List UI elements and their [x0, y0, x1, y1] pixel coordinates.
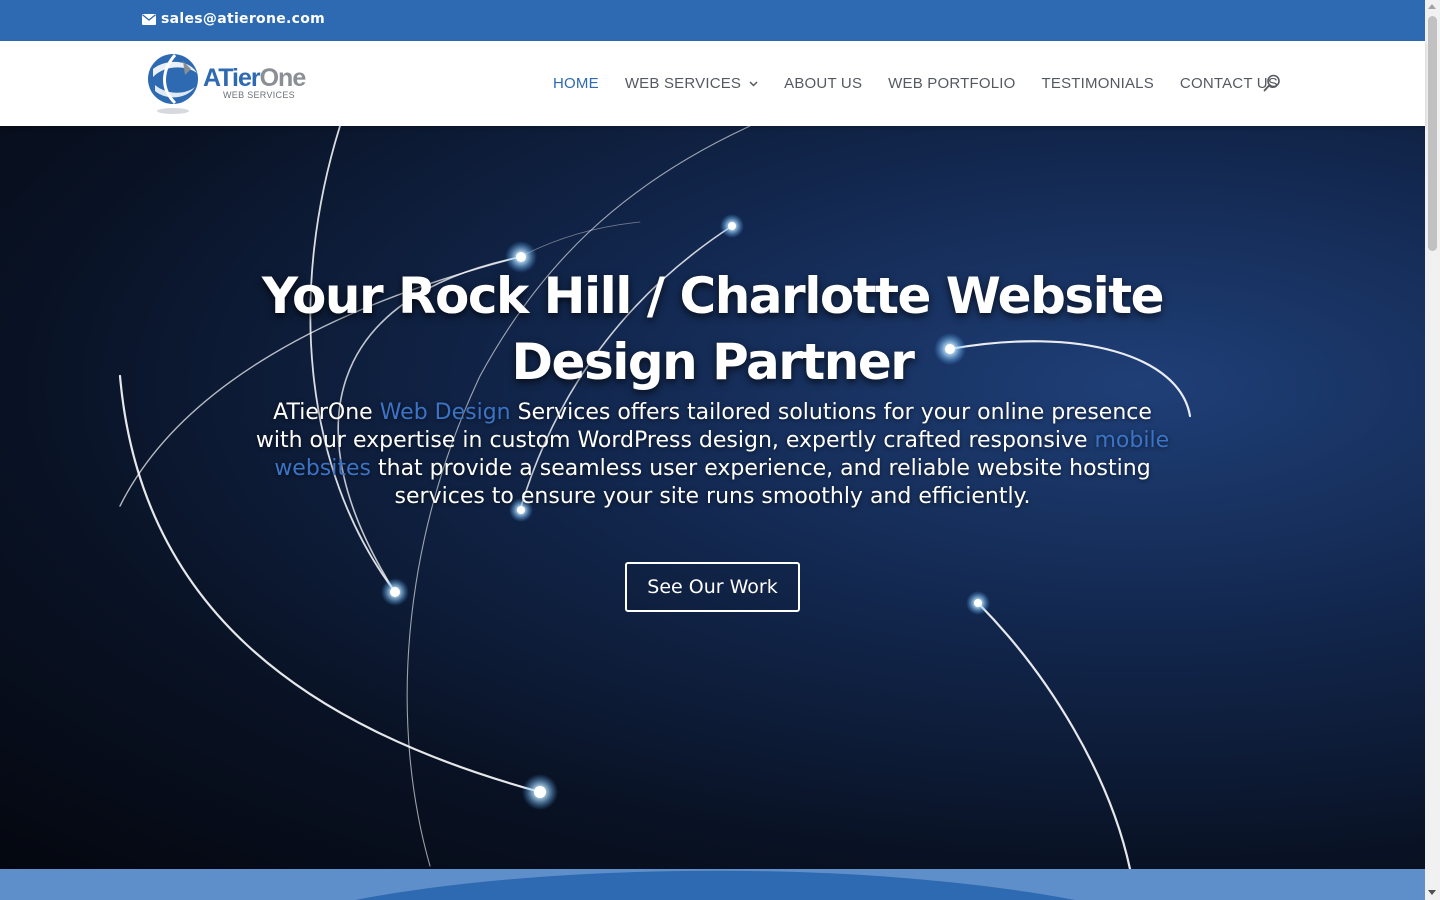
nav-item-web-services[interactable]: WEB SERVICES — [625, 75, 758, 92]
section-divider-band — [0, 869, 1425, 900]
hero-title: Your Rock Hill / Charlotte Website Desig… — [0, 263, 1425, 395]
hero-section: Your Rock Hill / Charlotte Website Desig… — [0, 126, 1425, 869]
globe-logo-icon — [148, 54, 198, 114]
envelope-icon — [142, 13, 156, 25]
top-bar-email[interactable]: sales@atierone.com — [142, 11, 325, 27]
scroll-up-arrow-icon[interactable] — [1428, 4, 1436, 9]
scroll-down-arrow-icon[interactable] — [1428, 890, 1436, 895]
logo-wordmark: ATierOne WEB SERVICES — [203, 64, 307, 100]
nav-item-about-us[interactable]: ABOUT US — [784, 75, 862, 92]
chevron-down-icon — [749, 80, 758, 87]
desc-text-1: ATierOne — [273, 400, 380, 425]
see-our-work-button[interactable]: See Our Work — [625, 562, 800, 612]
logo-subtitle: WEB SERVICES — [223, 90, 295, 100]
hero-description: ATierOne Web Design Services offers tail… — [250, 399, 1175, 511]
page-scrollbar[interactable] — [1425, 0, 1440, 900]
top-bar: sales@atierone.com — [0, 0, 1425, 41]
desc-text-3: that provide a seamless user experience,… — [371, 456, 1151, 509]
wave-shape — [355, 870, 1075, 900]
logo-name-part1: ATier — [203, 64, 261, 92]
email-text[interactable]: sales@atierone.com — [161, 11, 325, 27]
web-design-link[interactable]: Web Design — [380, 400, 511, 425]
nav-item-home[interactable]: HOME — [553, 75, 599, 92]
hero-title-line2: Design Partner — [511, 333, 915, 391]
search-icon[interactable] — [1263, 74, 1281, 92]
hero-title-line1: Your Rock Hill / Charlotte Website — [261, 267, 1165, 325]
nav-item-web-portfolio[interactable]: WEB PORTFOLIO — [888, 75, 1015, 92]
logo-name-part2: One — [259, 64, 307, 92]
scrollbar-thumb[interactable] — [1428, 16, 1437, 251]
nav-item-testimonials[interactable]: TESTIMONIALS — [1042, 75, 1154, 92]
nav-item-label: WEB SERVICES — [624, 75, 742, 92]
site-header: ATierOne WEB SERVICES HOME WEB SERVICES … — [0, 41, 1425, 126]
site-logo[interactable]: ATierOne WEB SERVICES — [145, 49, 325, 117]
main-nav: HOME WEB SERVICES ABOUT US WEB PORTFOLIO… — [553, 41, 1304, 126]
